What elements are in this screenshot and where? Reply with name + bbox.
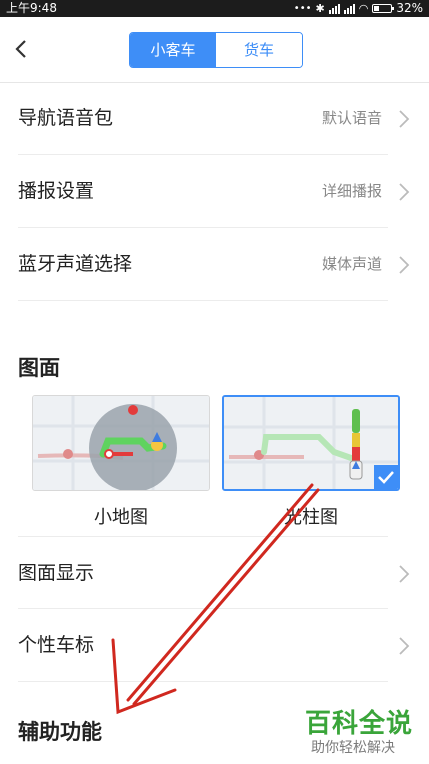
row-voice-pack[interactable]: 导航语音包 默认语音 [18,82,410,155]
map-option-label: 小地图 [94,507,148,528]
row-custom-car-icon[interactable]: 个性车标 [18,609,410,682]
row-label: 蓝牙声道选择 [18,253,133,275]
vehicle-type-toggle: 小客车 货车 [129,32,303,68]
watermark-subtitle: 助你轻松解决 [311,740,395,756]
map-option-light-bar[interactable] [222,395,400,491]
chevron-right-icon [399,183,410,201]
more-icon: ••• [293,3,312,14]
light-bar-preview-image [224,397,398,489]
map-option-label: 光柱图 [284,507,338,528]
status-bar: 上午9:48 ••• ✱ ◠ 32% [0,0,429,17]
wifi-icon: ◠ [358,2,369,15]
signal-icon-2 [343,3,355,14]
chevron-right-icon [399,565,410,583]
bluetooth-icon: ✱ [315,2,325,15]
row-bluetooth-channel[interactable]: 蓝牙声道选择 媒体声道 [18,228,410,301]
row-label: 播报设置 [18,180,95,202]
mini-map-preview-image [33,396,209,490]
battery-icon [372,4,395,13]
status-time: 上午9:48 [6,1,57,15]
row-value: 详细播报 [321,182,382,200]
status-icons: ••• ✱ ◠ 32% [294,0,423,17]
chevron-right-icon [399,637,410,655]
row-label: 图面显示 [18,562,95,584]
watermark-logo: 百科全说 [305,709,414,739]
section-title-map: 图面 [18,356,60,380]
section-title-assist: 辅助功能 [18,720,102,744]
back-arrow-icon[interactable] [11,38,33,60]
tab-truck[interactable]: 货车 [216,33,302,67]
header-bar: 小客车 货车 [0,17,429,83]
row-value: 默认语音 [321,109,382,127]
row-map-display[interactable]: 图面显示 [18,536,410,609]
tab-car[interactable]: 小客车 [130,33,216,67]
row-label: 个性车标 [18,634,95,656]
map-option-mini-map[interactable] [32,395,210,491]
signal-icon [328,3,340,14]
row-value: 媒体声道 [321,255,382,273]
chevron-right-icon [399,110,410,128]
row-broadcast-settings[interactable]: 播报设置 详细播报 [18,155,410,228]
selected-check-icon [374,465,398,489]
row-label: 导航语音包 [18,107,114,129]
battery-percent: 32% [396,1,423,15]
chevron-right-icon [399,256,410,274]
